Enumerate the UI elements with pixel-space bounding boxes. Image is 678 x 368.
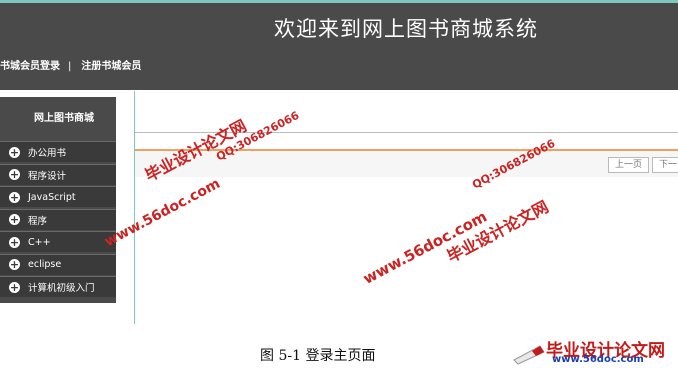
category-item[interactable]: + JavaScript	[0, 186, 116, 207]
category-menu: + 办公用书 + 程序设计 + JavaScript + 程序 + C++ + eclips…	[0, 141, 116, 297]
category-item[interactable]: + 办公用书	[0, 141, 116, 162]
plus-circle-icon: +	[9, 145, 20, 159]
category-label: 程序	[28, 215, 48, 227]
header-links: 书城会员登录 | 注册书城会员	[0, 57, 141, 72]
prev-page-button[interactable]: 上一页	[608, 157, 650, 173]
plus-circle-icon: +	[9, 280, 20, 294]
corner-logo-url: www.56doc.com	[552, 354, 644, 365]
next-page-button[interactable]: 下一	[652, 157, 678, 173]
category-sidebar: 网上图书商城 + 办公用书 + 程序设计 + JavaScript + 程序 + C++ …	[0, 97, 116, 303]
category-item[interactable]: + 程序设计	[0, 163, 116, 185]
link-separator: |	[68, 61, 72, 72]
category-item[interactable]: + C++	[0, 231, 116, 252]
category-label: 办公用书	[28, 148, 67, 159]
content-left-border	[134, 91, 135, 324]
plus-circle-icon: +	[9, 168, 20, 181]
plus-circle-icon: +	[9, 213, 20, 226]
member-login-link[interactable]: 书城会员登录	[0, 61, 60, 72]
category-item[interactable]: + 程序	[0, 208, 116, 230]
category-label: JavaScript	[28, 191, 76, 203]
category-item[interactable]: + eclipse	[0, 253, 116, 275]
plus-circle-icon: +	[9, 258, 20, 271]
category-label: 程序设计	[28, 170, 67, 182]
plus-circle-icon: +	[9, 235, 20, 249]
sidebar-title: 网上图书商城	[34, 113, 94, 124]
header-bar: 欢迎来到网上图书商城系统 书城会员登录 | 注册书城会员	[0, 0, 678, 90]
figure-caption: 图 5-1 登录主页面	[260, 348, 376, 364]
category-label: 计算机初级入门	[28, 283, 95, 294]
pen-logo-icon	[513, 345, 545, 365]
register-link[interactable]: 注册书城会员	[81, 61, 141, 72]
category-label: C++	[28, 236, 51, 248]
corner-logo: 毕业设计论文网 www.56doc.com	[508, 336, 678, 368]
category-label: eclipse	[28, 259, 62, 270]
plus-circle-icon: +	[9, 190, 20, 204]
category-item[interactable]: + 计算机初级入门	[0, 276, 116, 297]
watermark-site: www.56doc.com	[102, 175, 223, 251]
site-title: 欢迎来到网上图书商城系统	[274, 17, 538, 41]
